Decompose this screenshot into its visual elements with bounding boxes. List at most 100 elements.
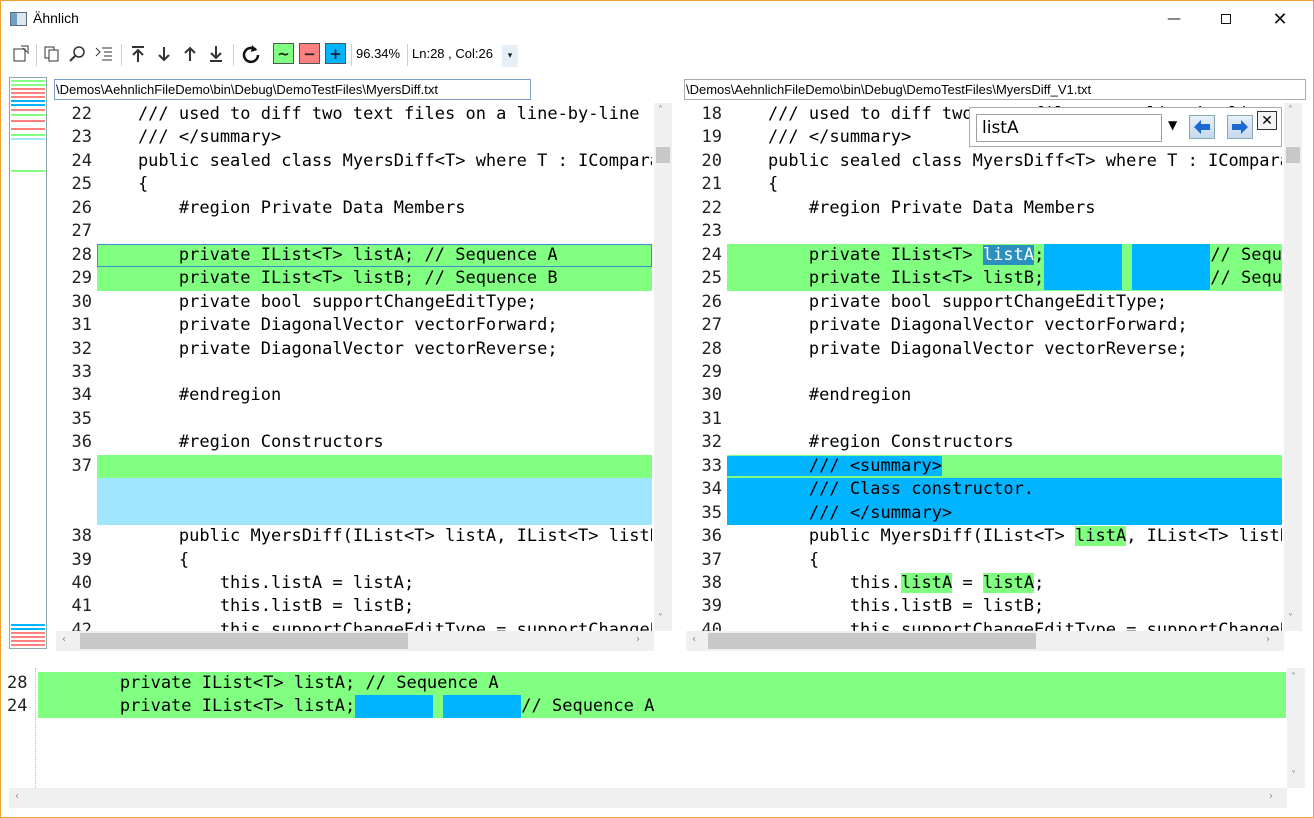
code-line[interactable] xyxy=(97,454,652,479)
code-line[interactable]: private bool supportChangeEditType; xyxy=(727,291,1282,314)
code-line[interactable]: /// used to diff two text files on a lin… xyxy=(97,103,652,126)
left-code-view[interactable]: /// used to diff two text files on a lin… xyxy=(97,103,652,631)
scroll-down-icon[interactable]: ˅ xyxy=(658,613,663,624)
right-horizontal-scrollbar[interactable]: ‹ › xyxy=(686,631,1284,651)
code-line[interactable]: { xyxy=(97,173,652,196)
open-files-button[interactable] xyxy=(10,41,32,67)
scroll-up-icon[interactable]: ˄ xyxy=(1288,105,1293,116)
code-line[interactable]: /// Class constructor. xyxy=(727,478,1282,502)
line-number: 31 xyxy=(701,408,722,429)
code-line[interactable]: private DiagonalVector vectorReverse; xyxy=(727,338,1282,361)
code-line[interactable]: public MyersDiff(IList<T> listA, IList<T… xyxy=(97,525,652,548)
scroll-left-icon[interactable]: ‹ xyxy=(692,634,696,645)
scroll-down-icon[interactable]: ˅ xyxy=(1288,613,1293,624)
code-line[interactable] xyxy=(97,408,652,431)
scroll-up-icon[interactable]: ˄ xyxy=(1291,672,1296,683)
code-line[interactable] xyxy=(97,220,652,243)
code-line[interactable]: private DiagonalVector vectorForward; xyxy=(727,314,1282,337)
code-line[interactable]: #region Private Data Members xyxy=(97,197,652,220)
scroll-left-icon[interactable]: ‹ xyxy=(62,634,66,645)
scroll-thumb[interactable] xyxy=(80,633,408,649)
code-line[interactable]: #endregion xyxy=(727,384,1282,407)
scroll-right-icon[interactable]: › xyxy=(1266,634,1270,645)
refresh-button[interactable] xyxy=(239,41,263,67)
code-line[interactable] xyxy=(727,408,1282,431)
first-diff-button[interactable] xyxy=(127,41,149,67)
code-line[interactable]: public MyersDiff(IList<T> listA, IList<T… xyxy=(727,525,1282,548)
code-line[interactable]: private IList<T> listA; // Sequence A xyxy=(727,243,1282,268)
left-file-path[interactable]: \Demos\AehnlichFileDemo\bin\Debug\DemoTe… xyxy=(54,79,531,100)
right-vertical-scrollbar[interactable]: ˄ ˅ xyxy=(1284,103,1302,631)
code-line[interactable]: { xyxy=(97,549,652,572)
scroll-up-icon[interactable]: ˄ xyxy=(658,105,663,116)
code-line[interactable] xyxy=(97,361,652,384)
scroll-down-icon[interactable]: ˅ xyxy=(1291,770,1296,781)
compare-vertical-scrollbar[interactable]: ˄ ˅ xyxy=(1287,668,1305,788)
code-token: private IList<T> listB; xyxy=(727,268,1045,289)
maximize-button[interactable] xyxy=(1203,1,1249,37)
code-line[interactable]: private bool supportChangeEditType; xyxy=(97,291,652,314)
diff-overview-bar[interactable] xyxy=(9,77,47,649)
last-diff-button[interactable] xyxy=(205,41,227,67)
compare-line-left[interactable]: private IList<T> listA; // Sequence A xyxy=(38,672,1286,696)
code-line[interactable]: private IList<T> listB; // Sequence B xyxy=(727,267,1282,291)
scroll-thumb[interactable] xyxy=(708,633,1036,649)
code-line[interactable] xyxy=(97,478,652,502)
code-line[interactable]: #region Constructors xyxy=(727,431,1282,454)
code-line[interactable]: this.listA = listA; xyxy=(97,572,652,595)
code-line[interactable]: private DiagonalVector vectorReverse; xyxy=(97,338,652,361)
scroll-right-icon[interactable]: › xyxy=(636,634,640,645)
code-line[interactable]: public sealed class MyersDiff<T> where T… xyxy=(727,150,1282,173)
code-line[interactable]: this.supportChangeEditType = supportChan… xyxy=(97,619,652,631)
goto-line-button[interactable] xyxy=(93,41,115,67)
right-file-path[interactable]: \Demos\AehnlichFileDemo\bin\Debug\DemoTe… xyxy=(684,79,1306,100)
code-line[interactable] xyxy=(97,501,652,525)
code-line[interactable]: { xyxy=(727,173,1282,196)
code-line[interactable]: private IList<T> listB; // Sequence B xyxy=(97,267,652,291)
scroll-right-icon[interactable]: › xyxy=(1269,791,1273,802)
next-diff-button[interactable] xyxy=(153,41,175,67)
find-previous-button[interactable] xyxy=(1189,115,1215,139)
scroll-left-icon[interactable]: ‹ xyxy=(15,791,19,802)
code-line[interactable]: this.supportChangeEditType = supportChan… xyxy=(727,619,1282,631)
code-line[interactable]: { xyxy=(727,549,1282,572)
right-code-view[interactable]: /// used to diff two text files on a lin… xyxy=(727,103,1282,631)
left-horizontal-scrollbar[interactable]: ‹ › xyxy=(56,631,654,651)
toolbar-overflow-button[interactable]: ▾ xyxy=(502,45,518,67)
prev-diff-button[interactable] xyxy=(179,41,201,67)
code-line[interactable]: /// </summary> xyxy=(727,501,1282,525)
minimize-button[interactable]: — xyxy=(1151,1,1197,37)
line-number: 38 xyxy=(71,526,92,547)
find-next-button[interactable] xyxy=(1227,115,1253,139)
copy-button[interactable] xyxy=(41,41,63,67)
compare-line-right[interactable]: private IList<T> listA; // Sequence A xyxy=(38,695,1286,719)
code-line[interactable]: this.listB = listB; xyxy=(727,595,1282,618)
compare-horizontal-scrollbar[interactable]: ‹ › xyxy=(9,788,1287,808)
scroll-thumb[interactable] xyxy=(1286,147,1300,163)
code-line[interactable]: this.listB = listB; xyxy=(97,595,652,618)
code-line[interactable] xyxy=(727,361,1282,384)
code-line[interactable] xyxy=(727,220,1282,243)
close-window-button[interactable]: ✕ xyxy=(1257,1,1303,37)
code-line[interactable]: #region Constructors xyxy=(97,431,652,454)
find-history-dropdown[interactable]: ▼ xyxy=(1168,118,1177,132)
code-line[interactable]: #region Private Data Members xyxy=(727,197,1282,220)
code-line[interactable]: /// <summary> xyxy=(727,454,1282,479)
toggle-added-button[interactable]: + xyxy=(325,43,346,64)
scroll-thumb[interactable] xyxy=(656,147,670,163)
code-line[interactable]: #endregion xyxy=(97,384,652,407)
code-line[interactable]: private IList<T> listA; // Sequence A xyxy=(97,243,652,268)
right-diff-pane[interactable]: 18 19 20 21 22 23 24 25 26 27 28 29 30 31 32 33 34 35 36 37… xyxy=(686,103,1310,651)
code-line[interactable]: this.listA = listA; xyxy=(727,572,1282,595)
line-number: 24 xyxy=(701,244,722,265)
left-diff-pane[interactable]: 22 23 24 25 26 27 28 29 30 31 32 33 34 35 36 37 38 39 40 41… xyxy=(56,103,680,651)
code-line[interactable]: public sealed class MyersDiff<T> where T… xyxy=(97,150,652,173)
toggle-deleted-button[interactable]: − xyxy=(299,43,320,64)
left-vertical-scrollbar[interactable]: ˄ ˅ xyxy=(654,103,672,631)
find-input[interactable] xyxy=(976,114,1162,142)
find-button[interactable] xyxy=(67,41,89,67)
code-line[interactable]: private DiagonalVector vectorForward; xyxy=(97,314,652,337)
toggle-changed-button[interactable]: ~ xyxy=(273,43,294,64)
code-line[interactable]: /// </summary> xyxy=(97,126,652,149)
find-close-button[interactable]: ✕ xyxy=(1257,111,1277,130)
